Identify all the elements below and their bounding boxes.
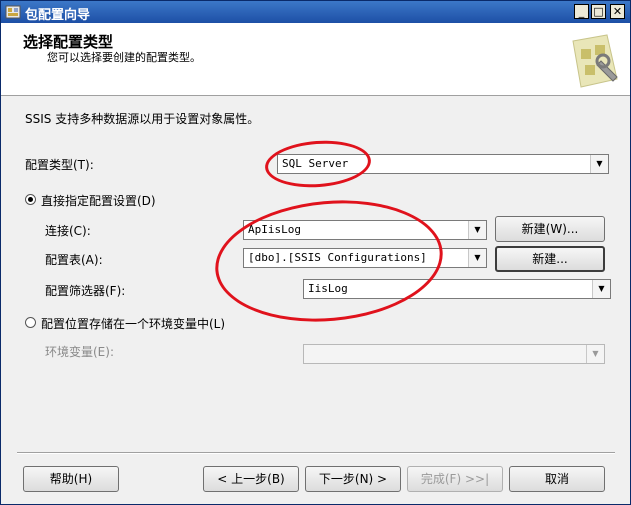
config-filter-value: IisLog <box>308 282 348 295</box>
connection-label: 连接(C): <box>45 224 91 238</box>
wizard-package-icon <box>572 34 618 88</box>
chevron-down-icon[interactable]: ▼ <box>590 155 608 173</box>
wizard-header: 选择配置类型 您可以选择要创建的配置类型。 <box>1 23 630 96</box>
direct-config-radio[interactable] <box>25 194 36 205</box>
wizard-body: SSIS 支持多种数据源以用于设置对象属性。 配置类型(T): SQL Serv… <box>1 96 630 504</box>
close-button[interactable]: ✕ <box>610 4 625 19</box>
chevron-down-icon[interactable]: ▼ <box>468 249 486 267</box>
config-type-label: 配置类型(T): <box>25 158 94 172</box>
config-table-value: [dbo].[SSIS Configurations] <box>248 251 427 264</box>
config-type-select[interactable]: SQL Server ▼ <box>277 154 609 174</box>
window-title: 包配置向导 <box>25 8 91 23</box>
new-table-button[interactable]: 新建... <box>495 246 605 272</box>
config-filter-label: 配置筛选器(F): <box>45 284 126 298</box>
env-var-radio[interactable] <box>25 317 36 328</box>
minimize-button[interactable]: _ <box>574 4 589 19</box>
connection-value: ApIisLog <box>248 223 301 236</box>
chevron-down-icon: ▼ <box>586 345 604 363</box>
title-bar[interactable]: 包配置向导 _ □ ✕ <box>1 1 630 23</box>
chevron-down-icon[interactable]: ▼ <box>592 280 610 298</box>
wizard-window: 包配置向导 _ □ ✕ 选择配置类型 您可以选择要创建的配置类型。 SSIS 支… <box>0 0 631 505</box>
footer-divider <box>17 452 615 454</box>
config-table-select[interactable]: [dbo].[SSIS Configurations] ▼ <box>243 248 487 268</box>
intro-text: SSIS 支持多种数据源以用于设置对象属性。 <box>25 112 260 126</box>
connection-select[interactable]: ApIisLog ▼ <box>243 220 487 240</box>
config-type-value: SQL Server <box>282 157 349 170</box>
env-var-select[interactable]: ▼ <box>303 344 605 364</box>
env-var-label: 环境变量(E): <box>45 345 114 359</box>
help-button[interactable]: 帮助(H) <box>23 466 119 492</box>
page-subtitle: 您可以选择要创建的配置类型。 <box>47 51 201 64</box>
new-connection-button[interactable]: 新建(W)... <box>495 216 605 242</box>
direct-config-label[interactable]: 直接指定配置设置(D) <box>41 192 156 209</box>
radio-selected-dot <box>28 197 33 202</box>
back-button[interactable]: < 上一步(B) <box>203 466 299 492</box>
cancel-button[interactable]: 取消 <box>509 466 605 492</box>
app-icon <box>5 5 21 19</box>
maximize-button[interactable]: □ <box>591 4 606 19</box>
config-filter-select[interactable]: IisLog ▼ <box>303 279 611 299</box>
chevron-down-icon[interactable]: ▼ <box>468 221 486 239</box>
next-button[interactable]: 下一步(N) > <box>305 466 401 492</box>
config-table-label: 配置表(A): <box>45 253 103 267</box>
finish-button: 完成(F) >>| <box>407 466 503 492</box>
env-var-option-label[interactable]: 配置位置存储在一个环境变量中(L) <box>41 315 225 332</box>
